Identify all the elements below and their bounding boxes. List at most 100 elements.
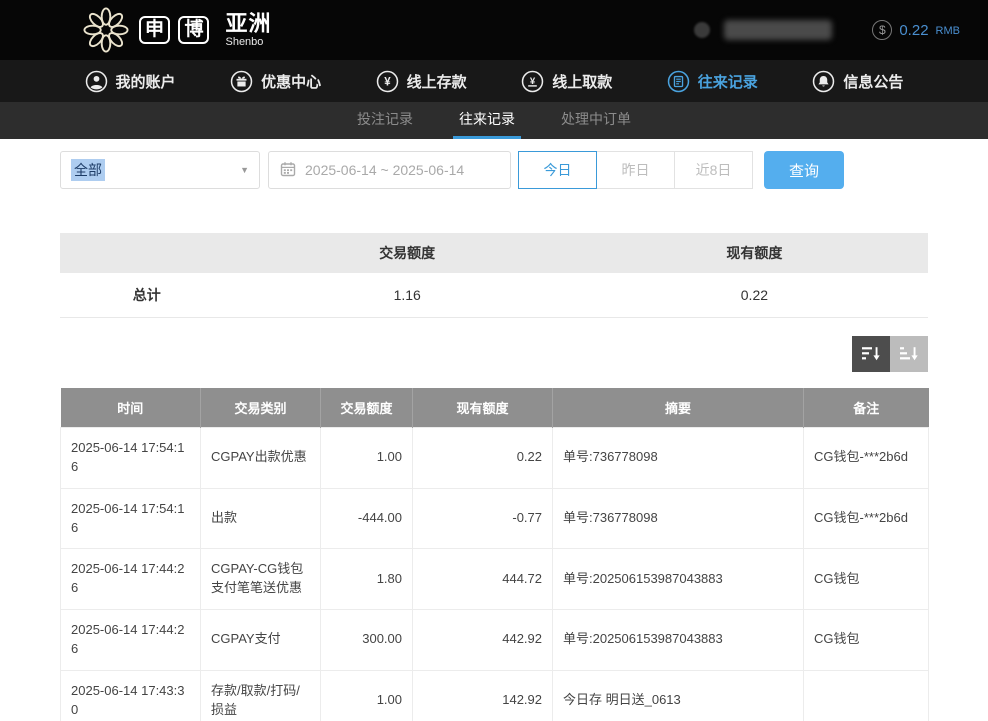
account-area: $ 0.22 RMB bbox=[694, 20, 960, 40]
nav-item-label: 线上取款 bbox=[552, 71, 612, 92]
nav-item-transaction-records[interactable]: 往来记录 bbox=[667, 70, 758, 93]
nav-item-online-withdraw[interactable]: ¥ 线上取款 bbox=[521, 70, 612, 93]
top-header: 申 博 亚洲 Shenbo $ 0.22 RMB bbox=[0, 0, 988, 60]
range-button-last-8-days[interactable]: 近8日 bbox=[674, 151, 753, 189]
balance-currency: RMB bbox=[936, 25, 960, 37]
records-column-header: 摘要 bbox=[553, 388, 804, 428]
cell-amount: 300.00 bbox=[321, 610, 413, 671]
cell-type: CGPAY支付 bbox=[201, 610, 321, 671]
nav-item-announcements[interactable]: 信息公告 bbox=[812, 70, 903, 93]
cell-balance: 142.92 bbox=[413, 670, 553, 721]
cell-type: CGPAY-CG钱包支付笔笔送优惠 bbox=[201, 549, 321, 610]
cell-time: 2025-06-14 17:44:26 bbox=[61, 610, 201, 671]
cell-type: 存款/取款/打码/损益 bbox=[201, 670, 321, 721]
quick-range-group: 今日昨日近8日 bbox=[519, 151, 753, 189]
logo-region-en: Shenbo bbox=[225, 37, 271, 48]
cell-time: 2025-06-14 17:54:16 bbox=[61, 428, 201, 489]
svg-text:¥: ¥ bbox=[384, 76, 391, 88]
bell-icon bbox=[812, 70, 835, 93]
summary-col-balance: 现有额度 bbox=[581, 233, 928, 273]
tab-transaction-records[interactable]: 往来记录 bbox=[453, 102, 521, 139]
cell-type: 出款 bbox=[201, 488, 321, 549]
cell-summary: 单号:202506153987043883 bbox=[553, 549, 804, 610]
avatar bbox=[694, 22, 710, 38]
nav-item-label: 线上存款 bbox=[407, 71, 467, 92]
cell-summary: 单号:736778098 bbox=[553, 428, 804, 489]
type-select-value: 全部 bbox=[71, 159, 105, 181]
cell-remark: CG钱包-***2b6d bbox=[804, 428, 929, 489]
logo-text: 申 博 bbox=[139, 16, 213, 45]
summary-total-balance: 0.22 bbox=[581, 273, 928, 317]
cell-balance: -0.77 bbox=[413, 488, 553, 549]
cell-balance: 442.92 bbox=[413, 610, 553, 671]
filter-bar: 全部 ▼ 2025-06-14 ~ 2025-06-14 今日昨日近8日 查询 bbox=[60, 151, 928, 189]
balance-amount: 0.22 bbox=[899, 22, 928, 39]
table-row: 2025-06-14 17:54:16CGPAY出款优惠1.000.22单号:7… bbox=[61, 428, 929, 489]
sort-ascending-button[interactable] bbox=[890, 336, 928, 372]
records-column-header: 时间 bbox=[61, 388, 201, 428]
cell-remark bbox=[804, 670, 929, 721]
main-content: 全部 ▼ 2025-06-14 ~ 2025-06-14 今日昨日近8日 查询 … bbox=[0, 139, 988, 721]
chevron-down-icon: ▼ bbox=[240, 165, 249, 175]
table-row: 2025-06-14 17:54:16出款-444.00-0.77单号:7367… bbox=[61, 488, 929, 549]
logo-region: 亚洲 Shenbo bbox=[225, 13, 271, 48]
nav-item-promo-center[interactable]: 优惠中心 bbox=[230, 70, 321, 93]
logo-box-shen: 申 bbox=[139, 16, 170, 45]
nav-item-label: 往来记录 bbox=[698, 71, 758, 92]
nav-item-my-account[interactable]: 我的账户 bbox=[85, 70, 176, 93]
balance-display[interactable]: $ 0.22 RMB bbox=[872, 20, 960, 40]
cell-amount: 1.00 bbox=[321, 670, 413, 721]
table-row: 2025-06-14 17:44:26CGPAY-CG钱包支付笔笔送优惠1.80… bbox=[61, 549, 929, 610]
records-column-header: 交易额度 bbox=[321, 388, 413, 428]
summary-header-row: 交易额度 现有额度 bbox=[60, 233, 928, 273]
records-column-header: 交易类别 bbox=[201, 388, 321, 428]
cell-type: CGPAY出款优惠 bbox=[201, 428, 321, 489]
withdraw-icon: ¥ bbox=[521, 70, 544, 93]
logo-region-cn: 亚洲 bbox=[225, 13, 271, 35]
cell-time: 2025-06-14 17:54:16 bbox=[61, 488, 201, 549]
cell-remark: CG钱包-***2b6d bbox=[804, 488, 929, 549]
cell-amount: 1.00 bbox=[321, 428, 413, 489]
records-body: 2025-06-14 17:54:16CGPAY出款优惠1.000.22单号:7… bbox=[61, 428, 929, 721]
range-button-yesterday[interactable]: 昨日 bbox=[596, 151, 675, 189]
cell-remark: CG钱包 bbox=[804, 610, 929, 671]
table-row: 2025-06-14 17:44:26CGPAY支付300.00442.92单号… bbox=[61, 610, 929, 671]
username-redacted bbox=[724, 20, 832, 40]
tab-betting-records[interactable]: 投注记录 bbox=[351, 102, 419, 139]
summary-total-row: 总计 1.16 0.22 bbox=[60, 273, 928, 317]
subnav-tabs: 投注记录往来记录处理中订单 bbox=[0, 102, 988, 139]
deposit-icon: ¥ bbox=[376, 70, 399, 93]
cell-balance: 0.22 bbox=[413, 428, 553, 489]
cell-summary: 单号:202506153987043883 bbox=[553, 610, 804, 671]
sort-controls bbox=[60, 336, 928, 372]
logo-box-bo: 博 bbox=[178, 16, 209, 45]
records-icon bbox=[667, 70, 690, 93]
cell-summary: 单号:736778098 bbox=[553, 488, 804, 549]
records-table: 时间交易类别交易额度现有额度摘要备注 2025-06-14 17:54:16CG… bbox=[60, 388, 929, 721]
date-range-input[interactable]: 2025-06-14 ~ 2025-06-14 bbox=[268, 151, 511, 189]
search-button[interactable]: 查询 bbox=[764, 151, 844, 189]
brand-logo: 申 博 亚洲 Shenbo bbox=[83, 7, 272, 53]
flower-icon bbox=[83, 7, 129, 53]
cell-time: 2025-06-14 17:43:30 bbox=[61, 670, 201, 721]
sort-asc-icon bbox=[899, 344, 919, 364]
sort-descending-button[interactable] bbox=[852, 336, 890, 372]
gift-icon bbox=[230, 70, 253, 93]
cell-amount: -444.00 bbox=[321, 488, 413, 549]
cell-remark: CG钱包 bbox=[804, 549, 929, 610]
nav-item-label: 信息公告 bbox=[843, 71, 903, 92]
cell-summary: 今日存 明日送_0613 bbox=[553, 670, 804, 721]
cell-time: 2025-06-14 17:44:26 bbox=[61, 549, 201, 610]
records-header-row: 时间交易类别交易额度现有额度摘要备注 bbox=[61, 388, 929, 428]
range-button-today[interactable]: 今日 bbox=[518, 151, 597, 189]
dollar-circle-icon: $ bbox=[872, 20, 892, 40]
table-row: 2025-06-14 17:43:30存款/取款/打码/损益1.00142.92… bbox=[61, 670, 929, 721]
records-column-header: 现有额度 bbox=[413, 388, 553, 428]
summary-col-transaction: 交易额度 bbox=[234, 233, 581, 273]
type-select[interactable]: 全部 ▼ bbox=[60, 151, 260, 189]
nav-item-online-deposit[interactable]: ¥ 线上存款 bbox=[376, 70, 467, 93]
nav-item-label: 我的账户 bbox=[116, 71, 176, 92]
main-nav: 我的账户 优惠中心 ¥ 线上存款 ¥ 线上取款 往来记录 信息公告 bbox=[0, 60, 988, 102]
tab-processing-orders[interactable]: 处理中订单 bbox=[555, 102, 637, 139]
nav-item-label: 优惠中心 bbox=[261, 71, 321, 92]
